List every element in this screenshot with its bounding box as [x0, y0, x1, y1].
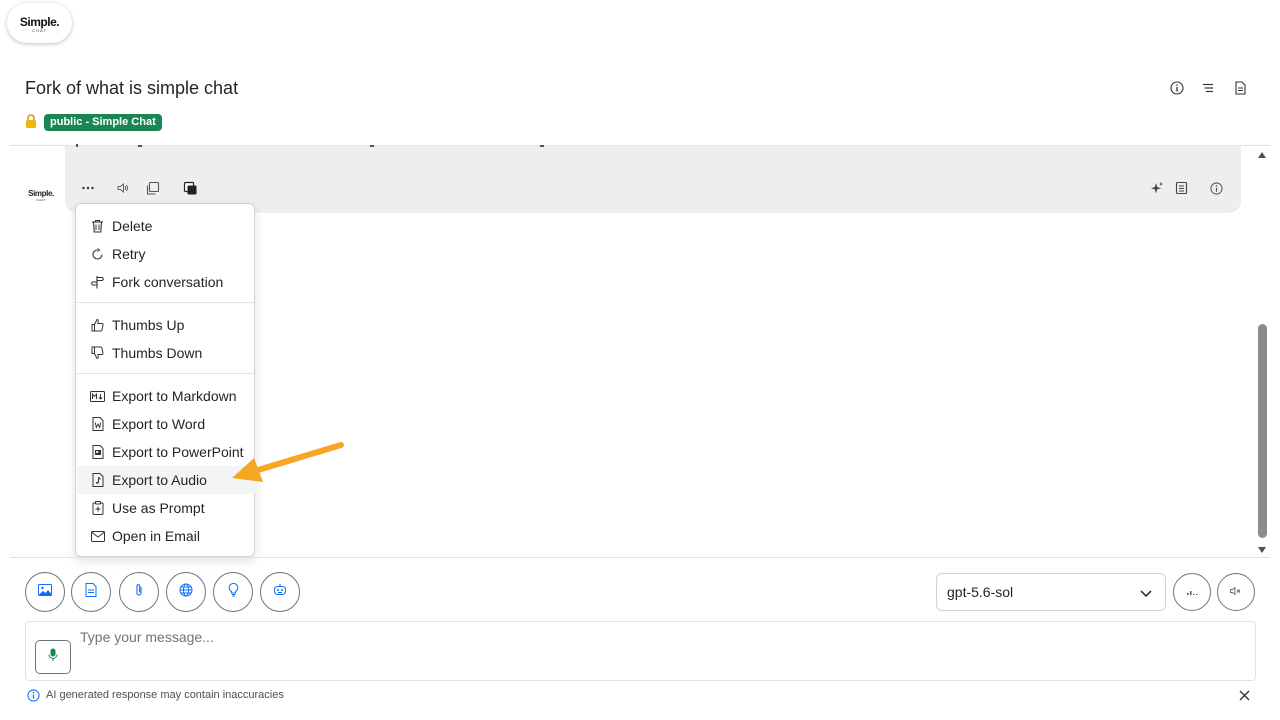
notebook-icon[interactable] — [1172, 179, 1190, 197]
ideas-tool-button[interactable] — [213, 572, 253, 612]
markdown-icon — [90, 389, 105, 404]
microphone-button[interactable] — [35, 640, 71, 674]
model-select[interactable]: gpt-5.6-sol — [936, 573, 1166, 611]
composer-divider — [10, 557, 1270, 558]
lock-icon — [26, 114, 36, 128]
menu-item-retry[interactable]: Retry — [77, 240, 255, 268]
menu-item-label: Export to PowerPoint — [112, 444, 244, 460]
speaker-muted-icon — [1230, 583, 1242, 601]
list-icon[interactable] — [1200, 80, 1216, 96]
logo-text: Simple. — [19, 15, 60, 29]
avatar-text: Simple. — [28, 189, 54, 198]
menu-item-label: Use as Prompt — [112, 500, 205, 516]
microphone-icon — [48, 648, 58, 667]
menu-item-label: Export to Markdown — [112, 388, 237, 404]
chat-page: Simple. CHAT Fork of what is simple chat… — [0, 0, 1280, 720]
info-circle-icon[interactable] — [1169, 80, 1185, 96]
agent-tool-button[interactable] — [260, 572, 300, 612]
menu-item-label: Thumbs Up — [112, 317, 185, 333]
menu-item-delete[interactable]: Delete — [77, 212, 255, 240]
truncated-text-fragment — [76, 144, 544, 147]
scroll-down-arrow[interactable] — [1257, 545, 1267, 555]
close-icon[interactable] — [1238, 689, 1251, 702]
more-dots-icon[interactable] — [79, 179, 97, 197]
menu-item-thumbs-down[interactable]: Thumbs Down — [77, 339, 255, 367]
menu-item-label: Retry — [112, 246, 146, 262]
menu-item-label: Export to Audio — [112, 472, 207, 488]
copy-filled-icon[interactable] — [181, 179, 199, 197]
ai-disclaimer: AI generated response may contain inaccu… — [46, 689, 284, 701]
clipboard-plus-icon — [90, 501, 105, 516]
document-icon — [85, 582, 97, 602]
assistant-avatar: Simple. CHAT — [26, 189, 56, 203]
voice-mode-button[interactable] — [1173, 573, 1211, 611]
menu-item-use-as-prompt[interactable]: Use as Prompt — [77, 494, 255, 522]
sparkle-icon[interactable] — [1148, 179, 1166, 197]
menu-item-export-audio[interactable]: Export to Audio — [77, 466, 255, 494]
message-input[interactable] — [80, 629, 1240, 673]
retry-icon — [90, 247, 105, 262]
image-icon — [38, 583, 52, 601]
logo-subtext: CHAT — [32, 28, 47, 33]
web-search-tool-button[interactable] — [166, 572, 206, 612]
avatar-subtext: CHAT — [36, 198, 46, 202]
menu-item-export-powerpoint[interactable]: Export to PowerPoint — [77, 438, 255, 466]
menu-separator — [77, 302, 255, 303]
copy-icon[interactable] — [143, 179, 161, 197]
menu-item-export-word[interactable]: Export to Word — [77, 410, 255, 438]
document-tool-button[interactable] — [71, 572, 111, 612]
globe-icon — [179, 583, 193, 602]
robot-icon — [273, 583, 287, 601]
info-circle-icon — [27, 689, 40, 702]
scroll-up-arrow[interactable] — [1257, 150, 1267, 160]
paperclip-icon — [134, 583, 144, 602]
menu-item-label: Fork conversation — [112, 274, 224, 290]
powerpoint-file-icon — [90, 445, 105, 460]
trash-icon — [90, 219, 105, 234]
message-actions-menu: Delete Retry Fork conversation Thumbs Up… — [75, 203, 255, 557]
mute-button[interactable] — [1217, 573, 1255, 611]
speaker-icon[interactable] — [114, 179, 132, 197]
thumbs-down-icon — [90, 346, 105, 361]
word-file-icon — [90, 417, 105, 432]
audio-file-icon — [90, 473, 105, 488]
menu-item-label: Thumbs Down — [112, 345, 203, 361]
document-icon[interactable] — [1232, 80, 1248, 96]
app-logo[interactable]: Simple. CHAT — [7, 3, 72, 43]
menu-separator — [77, 373, 255, 374]
menu-item-thumbs-up[interactable]: Thumbs Up — [77, 311, 255, 339]
info-circle-icon[interactable] — [1207, 179, 1225, 197]
conversation-title: Fork of what is simple chat — [25, 78, 239, 98]
menu-item-fork-conversation[interactable]: Fork conversation — [77, 268, 255, 296]
model-select-value: gpt-5.6-sol — [947, 584, 1014, 600]
chevron-down-icon — [1140, 590, 1152, 598]
menu-item-label: Export to Word — [112, 416, 206, 432]
scrollbar-thumb[interactable] — [1258, 324, 1267, 538]
voice-wave-icon — [1186, 583, 1198, 601]
image-tool-button[interactable] — [25, 572, 65, 612]
signpost-icon — [90, 275, 105, 290]
thumbs-up-icon — [90, 318, 105, 333]
envelope-icon — [90, 529, 105, 544]
menu-item-export-markdown[interactable]: Export to Markdown — [77, 382, 255, 410]
visibility-badge: public - Simple Chat — [44, 114, 162, 131]
attach-tool-button[interactable] — [119, 572, 159, 612]
menu-item-label: Open in Email — [112, 528, 200, 544]
menu-item-open-in-email[interactable]: Open in Email — [77, 522, 255, 550]
menu-item-label: Delete — [112, 218, 153, 234]
lightbulb-icon — [228, 582, 239, 602]
